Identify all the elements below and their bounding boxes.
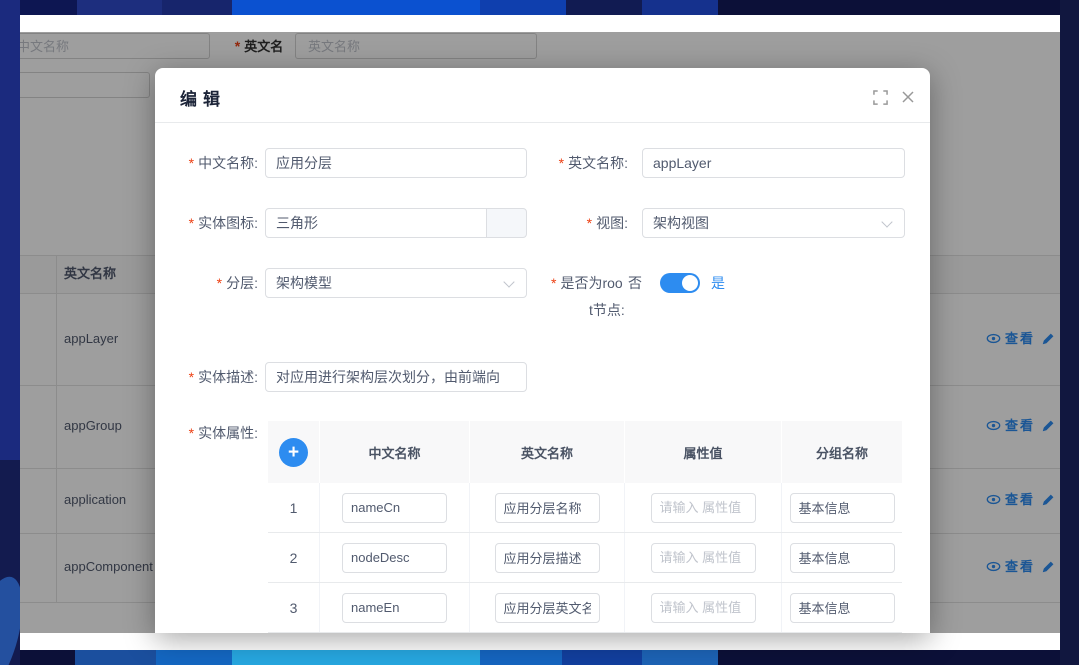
divider — [155, 122, 930, 123]
row-index: 3 — [290, 600, 298, 616]
wallpaper-segment — [232, 650, 480, 665]
icon-picker-addon[interactable] — [486, 208, 527, 238]
add-attr-cell: + — [268, 421, 320, 483]
attr-name-en-input[interactable] — [495, 493, 600, 523]
required-asterisk: * — [551, 275, 556, 291]
attr-value-input[interactable] — [651, 593, 756, 623]
layer-label: *分层: — [155, 268, 258, 298]
close-icon[interactable] — [901, 90, 917, 106]
wallpaper-segment — [162, 0, 232, 15]
view-select[interactable] — [642, 208, 905, 238]
entity-icon-label: *实体图标: — [155, 208, 258, 238]
row-index: 2 — [290, 550, 298, 566]
desktop-stage: *英文名 英文名称 appLayer appGroup application … — [0, 0, 1079, 665]
required-asterisk: * — [189, 369, 194, 385]
attr-name-en-input[interactable] — [495, 543, 600, 573]
required-asterisk: * — [217, 275, 222, 291]
view-label: *视图: — [525, 208, 628, 238]
entity-icon-input[interactable] — [265, 208, 487, 238]
attr-group-input[interactable] — [790, 593, 895, 623]
wallpaper-left-strip — [0, 0, 20, 460]
name-cn-label: *中文名称: — [155, 148, 258, 178]
required-asterisk: * — [189, 155, 194, 171]
wallpaper-right-strip — [1060, 0, 1079, 665]
entity-attrs-table: + 中文名称 英文名称 属性值 分组名称 1 2 — [268, 421, 902, 633]
add-attr-button[interactable]: + — [279, 438, 308, 467]
required-asterisk: * — [189, 215, 194, 231]
wallpaper-segment — [562, 650, 642, 665]
required-asterisk: * — [587, 215, 592, 231]
is-root-label-line1: *是否为roo — [551, 268, 623, 298]
attr-row: 1 — [268, 483, 902, 533]
toggle-on-text: 是 — [711, 268, 725, 298]
name-en-label: *英文名称: — [525, 148, 628, 178]
toggle-off-text: 否 — [628, 268, 642, 298]
wallpaper-segment — [480, 0, 566, 15]
col-header-name-en: 英文名称 — [470, 421, 625, 483]
is-root-label-line2: t节点: — [589, 300, 625, 320]
required-asterisk: * — [559, 155, 564, 171]
attr-name-cn-input[interactable] — [342, 593, 447, 623]
toggle-knob — [682, 275, 698, 291]
col-header-attr-value: 属性值 — [625, 421, 782, 483]
attr-value-input[interactable] — [651, 543, 756, 573]
entity-desc-label: *实体描述: — [155, 362, 258, 392]
wallpaper-segment — [642, 0, 718, 15]
wallpaper-segment — [480, 650, 562, 665]
row-index: 1 — [290, 500, 298, 516]
entity-desc-input[interactable] — [265, 362, 527, 392]
dialog-title: 编辑 — [180, 85, 226, 110]
edit-dialog: 编辑 *中文名称: *英文名称: *实体图标: *视图: *分层: — [155, 68, 930, 633]
browser-chrome-top — [20, 15, 1060, 32]
attrs-table-header: + 中文名称 英文名称 属性值 分组名称 — [268, 421, 902, 483]
wallpaper-segment — [75, 650, 156, 665]
required-asterisk: * — [189, 425, 194, 441]
layer-select[interactable] — [265, 268, 527, 298]
browser-chrome-bottom — [20, 633, 1060, 650]
attr-name-cn-input[interactable] — [342, 543, 447, 573]
col-header-name-cn: 中文名称 — [320, 421, 470, 483]
attr-name-cn-input[interactable] — [342, 493, 447, 523]
attr-value-input[interactable] — [651, 493, 756, 523]
entity-attrs-label: *实体属性: — [155, 418, 258, 448]
wallpaper-segment — [77, 0, 162, 15]
wallpaper-segment — [156, 650, 232, 665]
attr-row: 2 — [268, 533, 902, 583]
attr-name-en-input[interactable] — [495, 593, 600, 623]
name-cn-input[interactable] — [265, 148, 527, 178]
attr-group-input[interactable] — [790, 543, 895, 573]
attr-group-input[interactable] — [790, 493, 895, 523]
name-en-input[interactable] — [642, 148, 905, 178]
attr-row: 3 — [268, 583, 902, 633]
col-header-group-name: 分组名称 — [782, 421, 902, 483]
wallpaper-segment — [642, 650, 718, 665]
wallpaper-segment — [566, 0, 642, 15]
wallpaper-segment — [232, 0, 480, 15]
fullscreen-icon[interactable] — [873, 90, 889, 106]
is-root-toggle[interactable] — [660, 273, 700, 293]
